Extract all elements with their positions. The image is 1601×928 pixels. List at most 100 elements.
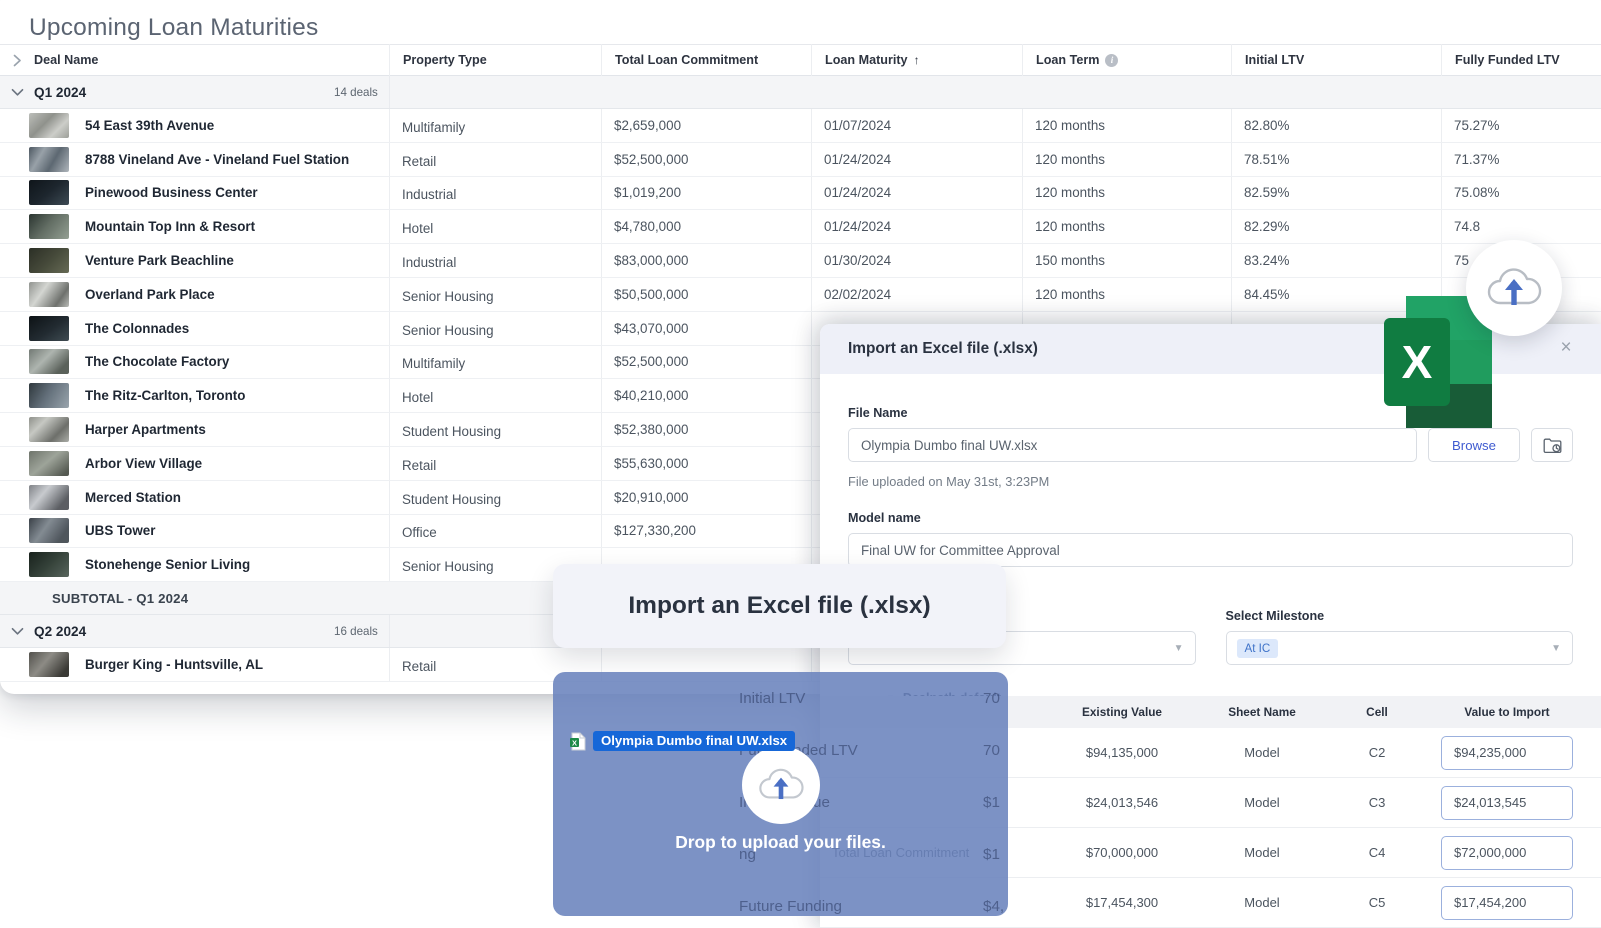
value-to-import-input[interactable]: $17,454,200: [1441, 885, 1573, 920]
cell-deal-name[interactable]: UBS Tower: [0, 518, 389, 544]
column-divider: [601, 311, 602, 345]
overlay-ghost-values: 70 70 $1 $1 $4,: [983, 672, 1008, 916]
svg-text:X: X: [572, 738, 577, 747]
column-divider: [1231, 244, 1232, 277]
header-total-loan-commitment[interactable]: Total Loan Commitment: [601, 44, 811, 76]
deal-name-label: Venture Park Beachline: [85, 253, 234, 269]
property-thumbnail: [29, 248, 69, 274]
model-name-input[interactable]: Final UW for Committee Approval: [848, 533, 1573, 567]
table-row[interactable]: 54 East 39th Avenue Multifamily $2,659,000…: [0, 109, 1601, 143]
cell-deal-name[interactable]: The Chocolate Factory: [0, 349, 389, 375]
value-to-import-input[interactable]: $94,235,000: [1441, 735, 1573, 770]
cell-deal-name[interactable]: Harper Apartments: [0, 417, 389, 443]
column-divider: [601, 514, 602, 548]
cell-fully-funded-ltv: 75.08%: [1454, 185, 1500, 201]
header-property-type[interactable]: Property Type: [389, 44, 601, 76]
column-divider: [811, 379, 812, 413]
cloud-upload-badge[interactable]: [1466, 240, 1562, 336]
preview-existing-value: $17,454,300: [1085, 895, 1159, 910]
overlay-ghost-value: $4,: [983, 897, 1005, 915]
cell-deal-name[interactable]: Overland Park Place: [0, 281, 389, 307]
cell-deal-name[interactable]: Pinewood Business Center: [0, 180, 389, 206]
chevron-down-icon[interactable]: ▼: [1174, 643, 1184, 654]
column-divider: [389, 480, 390, 514]
table-row[interactable]: Overland Park Place Senior Housing $50,500…: [0, 277, 1601, 312]
info-icon[interactable]: i: [1105, 53, 1119, 67]
cell-total-loan-commitment: $52,500,000: [614, 151, 689, 167]
column-divider: [601, 244, 602, 277]
file-name-input[interactable]: Olympia Dumbo final UW.xlsx: [848, 428, 1417, 462]
table-row[interactable]: Pinewood Business Center Industrial $1,019…: [0, 176, 1601, 211]
cell-deal-name[interactable]: Arbor View Village: [0, 450, 389, 476]
cell-total-loan-commitment: $1,019,200: [614, 185, 682, 201]
column-divider: [1022, 210, 1023, 244]
header-fully-funded-ltv-label: Fully Funded LTV: [1455, 53, 1560, 67]
property-thumbnail: [29, 349, 69, 375]
cell-deal-name[interactable]: 8788 Vineland Ave - Vineland Fuel Statio…: [0, 146, 389, 172]
cell-total-loan-commitment: $40,210,000: [614, 388, 689, 404]
property-thumbnail: [29, 281, 69, 307]
cell-deal-name[interactable]: 54 East 39th Avenue: [0, 112, 389, 138]
cloud-upload-icon: [1487, 268, 1542, 305]
drop-upload-overlay[interactable]: Initial LTVFully Funded LTVImplied Value…: [553, 672, 1008, 916]
cell-deal-name[interactable]: Burger King - Huntsville, AL: [0, 652, 389, 678]
group-collapse-chevron-icon[interactable]: [0, 624, 34, 639]
cell-property-type: Senior Housing: [402, 322, 494, 338]
preview-existing-value: $70,000,000: [1085, 845, 1159, 860]
cell-property-type: Office: [402, 525, 437, 541]
milestone-select[interactable]: At IC ▼: [1225, 631, 1573, 665]
header-loan-term-label: Loan Term: [1036, 53, 1100, 67]
column-divider: [389, 446, 390, 480]
column-divider: [1231, 277, 1232, 311]
column-divider: [601, 277, 602, 311]
preview-header-cell: Cell: [1366, 705, 1388, 719]
overlay-ghost-value: $1: [983, 793, 1000, 811]
cell-deal-name[interactable]: The Colonnades: [0, 315, 389, 341]
property-thumbnail: [29, 146, 69, 172]
preview-existing-value: $94,135,000: [1085, 745, 1159, 760]
cell-total-loan-commitment: $83,000,000: [614, 253, 689, 269]
header-initial-ltv[interactable]: Initial LTV: [1231, 44, 1441, 76]
header-initial-ltv-label: Initial LTV: [1245, 53, 1305, 67]
header-loan-term[interactable]: Loan Term i: [1022, 44, 1231, 76]
property-thumbnail: [29, 180, 69, 206]
import-tooltip-text: Import an Excel file (.xlsx): [628, 592, 931, 619]
group-row[interactable]: Q1 2024 14 deals: [0, 76, 1601, 109]
property-thumbnail: [29, 552, 69, 578]
preview-value-to-import: $24,013,545: [1422, 785, 1592, 820]
group-collapse-chevron-icon[interactable]: [0, 85, 34, 100]
header-loan-maturity[interactable]: Loan Maturity ↑: [811, 44, 1022, 76]
cell-deal-name[interactable]: Venture Park Beachline: [0, 248, 389, 274]
value-to-import-input[interactable]: $72,000,000: [1441, 835, 1573, 870]
sort-ascending-icon[interactable]: ↑: [914, 53, 920, 67]
cell-deal-name[interactable]: The Ritz-Carlton, Toronto: [0, 383, 389, 409]
milestone-select-group: Select Milestone At IC ▼: [1225, 609, 1573, 665]
header-deal-name[interactable]: Deal Name: [0, 44, 389, 76]
close-icon[interactable]: ×: [1555, 338, 1577, 360]
cell-deal-name[interactable]: Stonehenge Senior Living: [0, 552, 389, 578]
cell-loan-maturity: 01/07/2024: [824, 117, 892, 133]
browse-button[interactable]: Browse: [1428, 428, 1520, 462]
cell-deal-name[interactable]: Merced Station: [0, 484, 389, 510]
value-to-import-input[interactable]: $24,013,545: [1441, 785, 1573, 820]
preview-sheet-name: Model: [1244, 745, 1280, 760]
recent-files-button[interactable]: [1531, 428, 1573, 462]
table-row[interactable]: Venture Park Beachline Industrial $83,000,…: [0, 244, 1601, 278]
table-row[interactable]: Mountain Top Inn & Resort Hotel $4,780,000…: [0, 210, 1601, 245]
page-title: Upcoming Loan Maturities: [29, 14, 319, 41]
cell-property-type: Senior Housing: [402, 288, 494, 304]
expand-all-chevron-icon[interactable]: [0, 54, 34, 67]
property-thumbnail: [29, 214, 69, 240]
column-divider: [601, 176, 602, 210]
cell-loan-maturity: 01/24/2024: [824, 151, 892, 167]
header-fully-funded-ltv[interactable]: Fully Funded LTV: [1441, 44, 1601, 76]
header-total-loan-commitment-label: Total Loan Commitment: [615, 53, 759, 67]
chevron-down-icon[interactable]: ▼: [1551, 643, 1561, 654]
table-row[interactable]: 8788 Vineland Ave - Vineland Fuel Statio…: [0, 142, 1601, 177]
column-divider: [811, 277, 812, 311]
overlay-ghost-value: 70: [983, 689, 1000, 707]
cell-deal-name[interactable]: Mountain Top Inn & Resort: [0, 214, 389, 240]
overlay-ghost-field-label: Future Funding: [739, 897, 842, 915]
cell-loan-term: 120 months: [1035, 151, 1105, 167]
cell-loan-maturity: 01/24/2024: [824, 185, 892, 201]
